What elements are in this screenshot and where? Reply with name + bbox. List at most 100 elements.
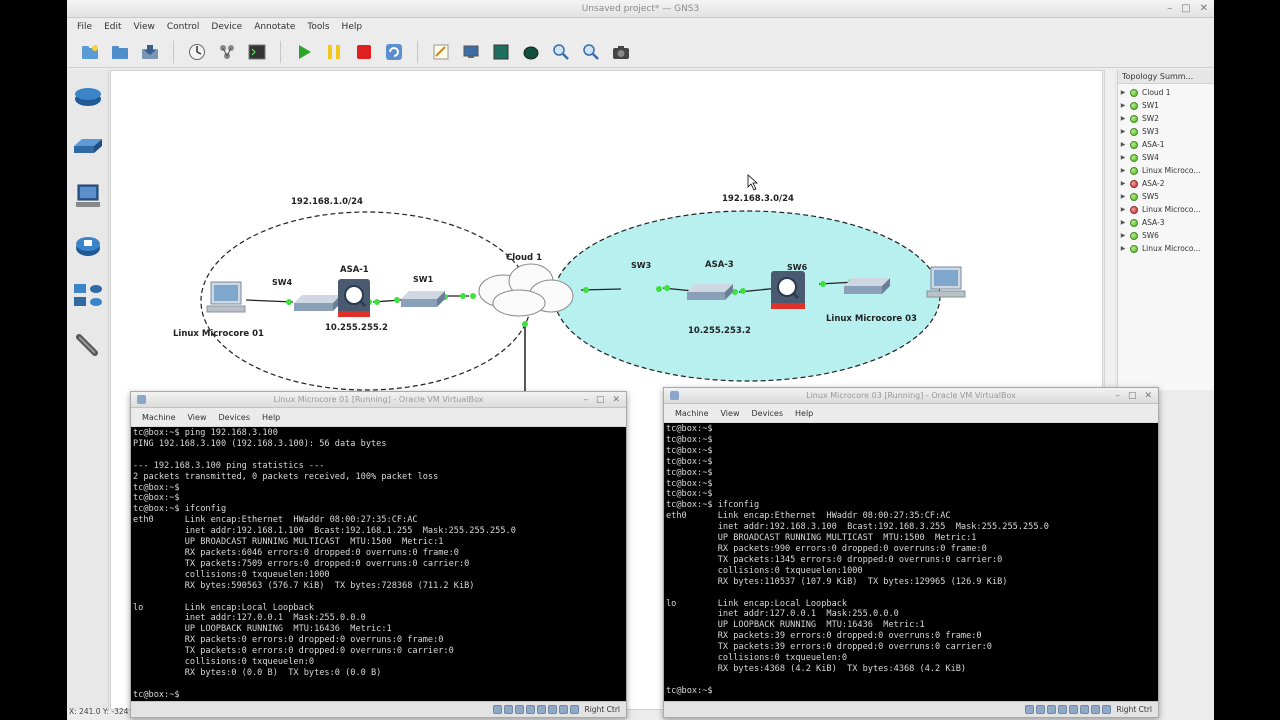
expand-arrow-icon[interactable]: ▶ (1118, 206, 1128, 213)
router-icon[interactable] (72, 82, 104, 110)
vbox-menu-help[interactable]: Help (257, 413, 285, 422)
hdd-icon[interactable] (1024, 705, 1034, 714)
minimize-icon[interactable]: – (583, 392, 588, 408)
cable-icon[interactable] (72, 332, 104, 360)
menu-edit[interactable]: Edit (99, 22, 126, 32)
menu-tools[interactable]: Tools (302, 22, 334, 32)
capture-icon[interactable] (558, 705, 568, 714)
capture-icon[interactable] (1090, 705, 1100, 714)
topology-item-label: SW5 (1142, 192, 1159, 201)
open-project-icon[interactable] (107, 40, 133, 64)
optical-icon[interactable] (503, 705, 513, 714)
asa-1-ip-label: 10.255.255.2 (325, 323, 388, 333)
zoom-out-icon[interactable] (578, 40, 604, 64)
maximize-icon[interactable]: □ (1128, 388, 1137, 404)
menu-help[interactable]: Help (337, 22, 368, 32)
switch-icon[interactable] (72, 132, 104, 160)
maximize-icon[interactable]: □ (1181, 0, 1190, 18)
expand-arrow-icon[interactable]: ▶ (1118, 89, 1128, 96)
mouse-integration-icon[interactable] (1101, 705, 1111, 714)
vbox-menu-help[interactable]: Help (790, 409, 818, 418)
topology-item[interactable]: ▶ Cloud 1 (1118, 86, 1214, 99)
snapshot-icon[interactable] (184, 40, 210, 64)
expand-arrow-icon[interactable]: ▶ (1118, 180, 1128, 187)
close-icon[interactable]: ✕ (1144, 388, 1152, 404)
security-device-icon[interactable] (72, 232, 104, 260)
device-panel (67, 70, 109, 710)
rectangle-icon[interactable] (488, 40, 514, 64)
topology-item[interactable]: ▶ Linux Microco... (1118, 203, 1214, 216)
save-project-icon[interactable] (137, 40, 163, 64)
vbox-menu-view[interactable]: View (716, 409, 745, 418)
topology-item[interactable]: ▶ SW1 (1118, 99, 1214, 112)
expand-arrow-icon[interactable]: ▶ (1118, 128, 1128, 135)
expand-arrow-icon[interactable]: ▶ (1118, 219, 1128, 226)
topology-item[interactable]: ▶ SW4 (1118, 151, 1214, 164)
terminal-linux-03[interactable]: tc@box:~$ tc@box:~$ tc@box:~$ tc@box:~$ … (664, 423, 1158, 701)
topology-item[interactable]: ▶ SW3 (1118, 125, 1214, 138)
expand-arrow-icon[interactable]: ▶ (1118, 193, 1128, 200)
menu-device[interactable]: Device (206, 22, 247, 32)
menu-view[interactable]: View (129, 22, 160, 32)
menu-control[interactable]: Control (162, 22, 205, 32)
terminal-linux-01[interactable]: tc@box:~$ ping 192.168.3.100 PING 192.16… (131, 427, 626, 701)
status-dot-icon (1130, 192, 1138, 201)
expand-arrow-icon[interactable]: ▶ (1118, 232, 1128, 239)
vbox-menu-machine[interactable]: Machine (137, 413, 181, 422)
topology-item[interactable]: ▶ SW2 (1118, 112, 1214, 125)
menu-file[interactable]: File (72, 22, 97, 32)
expand-arrow-icon[interactable]: ▶ (1118, 141, 1128, 148)
start-icon[interactable] (291, 40, 317, 64)
host-key-label: Right Ctrl (584, 705, 620, 714)
minimize-icon[interactable]: – (1167, 0, 1172, 18)
zoom-in-icon[interactable] (548, 40, 574, 64)
topology-item[interactable]: ▶ Linux Microco... (1118, 164, 1214, 177)
cloud-1-label: Cloud 1 (506, 253, 543, 263)
vbox-left-menu: Machine View Devices Help (131, 408, 626, 426)
vbox-menu-devices[interactable]: Devices (213, 413, 255, 422)
expand-arrow-icon[interactable]: ▶ (1118, 167, 1128, 174)
usb-icon[interactable] (514, 705, 524, 714)
shared-folder-icon[interactable] (1068, 705, 1078, 714)
topology-item[interactable]: ▶ ASA-3 (1118, 216, 1214, 229)
expand-arrow-icon[interactable]: ▶ (1118, 102, 1128, 109)
display-icon[interactable] (1079, 705, 1089, 714)
usb-icon[interactable] (1046, 705, 1056, 714)
shared-folder-icon[interactable] (536, 705, 546, 714)
mouse-integration-icon[interactable] (569, 705, 579, 714)
window-title: Unsaved project* — GNS3 (581, 4, 700, 14)
topology-item[interactable]: ▶ Linux Microco... (1118, 242, 1214, 255)
vbox-menu-machine[interactable]: Machine (670, 409, 714, 418)
hdd-icon[interactable] (492, 705, 502, 714)
display-icon[interactable] (547, 705, 557, 714)
expand-arrow-icon[interactable]: ▶ (1118, 245, 1128, 252)
maximize-icon[interactable]: □ (596, 392, 605, 408)
screenshot-icon[interactable] (458, 40, 484, 64)
vbox-menu-devices[interactable]: Devices (746, 409, 788, 418)
topology-item[interactable]: ▶ SW5 (1118, 190, 1214, 203)
expand-arrow-icon[interactable]: ▶ (1118, 154, 1128, 161)
stop-icon[interactable] (351, 40, 377, 64)
suspend-icon[interactable] (321, 40, 347, 64)
console-connect-icon[interactable] (214, 40, 240, 64)
note-icon[interactable] (428, 40, 454, 64)
network-icon[interactable] (1057, 705, 1067, 714)
end-device-icon[interactable] (72, 182, 104, 210)
reload-icon[interactable] (381, 40, 407, 64)
minimize-icon[interactable]: – (1115, 388, 1120, 404)
new-project-icon[interactable] (77, 40, 103, 64)
terminal-icon[interactable] (244, 40, 270, 64)
menu-annotate[interactable]: Annotate (249, 22, 300, 32)
topology-item[interactable]: ▶ ASA-1 (1118, 138, 1214, 151)
all-devices-icon[interactable] (72, 282, 104, 310)
camera-icon[interactable] (608, 40, 634, 64)
network-icon[interactable] (525, 705, 535, 714)
topology-item[interactable]: ▶ ASA-2 (1118, 177, 1214, 190)
close-icon[interactable]: ✕ (1200, 0, 1208, 18)
optical-icon[interactable] (1035, 705, 1045, 714)
vbox-menu-view[interactable]: View (183, 413, 212, 422)
close-icon[interactable]: ✕ (612, 392, 620, 408)
expand-arrow-icon[interactable]: ▶ (1118, 115, 1128, 122)
ellipse-icon[interactable] (518, 40, 544, 64)
topology-item[interactable]: ▶ SW6 (1118, 229, 1214, 242)
